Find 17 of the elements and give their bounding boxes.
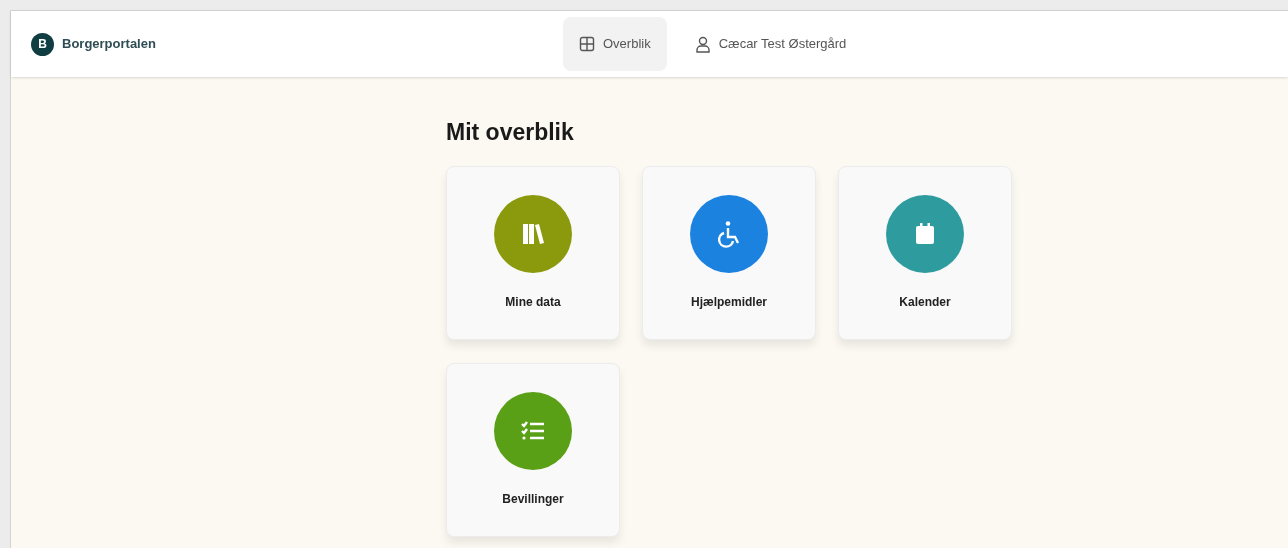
tile-label: Hjælpemidler xyxy=(691,293,767,311)
user-icon xyxy=(694,35,711,53)
page-title: Mit overblik xyxy=(446,118,575,147)
logo-icon: B xyxy=(31,32,54,56)
calendar-icon xyxy=(913,221,937,246)
brand-name: Borgerportalen xyxy=(62,35,156,54)
wheelchair-icon xyxy=(716,219,742,248)
overview-tile[interactable]: Hjælpemidler xyxy=(642,165,816,340)
overview-tile[interactable]: Kalender xyxy=(838,165,1012,340)
nav-tab[interactable]: Overblik xyxy=(563,17,667,71)
nav-tab[interactable]: Cæcar Test Østergård xyxy=(678,17,863,71)
overview-tile[interactable]: Mine data xyxy=(446,165,620,340)
tile-label: Kalender xyxy=(899,293,951,311)
tile-label: Mine data xyxy=(505,293,561,311)
overview-tile[interactable]: Bevillinger xyxy=(446,362,620,537)
tile-label: Bevillinger xyxy=(502,490,564,508)
grid-icon xyxy=(579,36,595,52)
